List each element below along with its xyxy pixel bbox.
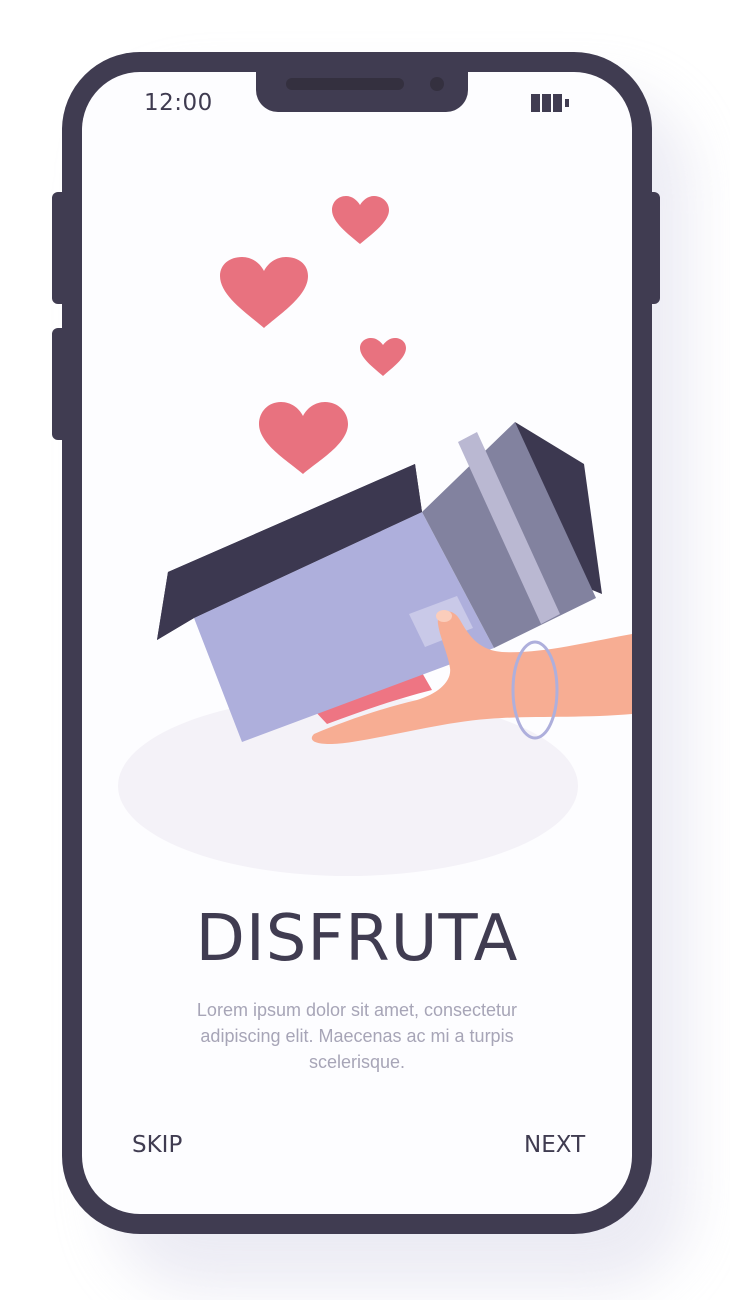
heart-icon: [259, 402, 348, 474]
skip-button[interactable]: SKIP: [132, 1132, 182, 1158]
onboarding-title: DISFRUTA: [195, 902, 519, 976]
onboarding-description: Lorem ipsum dolor sit amet, consectetur …: [196, 1000, 518, 1072]
next-button[interactable]: NEXT: [524, 1132, 585, 1158]
heart-icon: [360, 338, 406, 376]
thumbnail: [436, 610, 452, 622]
onboarding-illustration: [118, 196, 632, 876]
phone-screen: 12:00 DISFRUTA Lorem ipsum dolor sit ame…: [82, 72, 632, 1214]
heart-icon: [220, 257, 308, 328]
heart-icon: [332, 196, 389, 244]
